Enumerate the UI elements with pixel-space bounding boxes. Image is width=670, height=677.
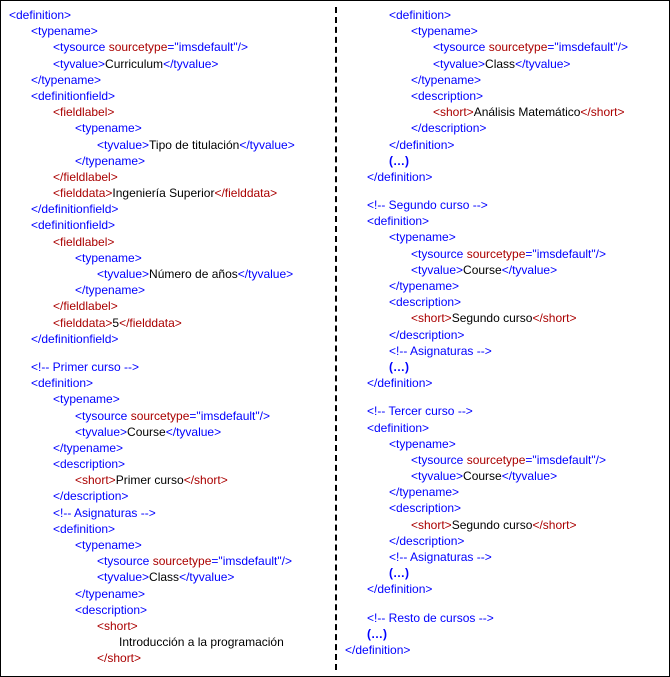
xml-open-definitionfield: <definitionfield> bbox=[31, 217, 327, 233]
xml-close-typename: </typename> bbox=[389, 484, 661, 500]
xml-open-typename: <typename> bbox=[75, 537, 327, 553]
xml-fielddata-1: <fielddata>Ingeniería Superior</fielddat… bbox=[53, 185, 327, 201]
left-column: <definition> <typename> <tysource source… bbox=[9, 7, 335, 670]
xml-open-definition: <definition> bbox=[9, 7, 327, 23]
xml-open-typename: <typename> bbox=[53, 391, 327, 407]
xml-close-typename: </typename> bbox=[389, 278, 661, 294]
xml-close-definition: </definition> bbox=[367, 581, 661, 597]
xml-close-short: </short> bbox=[97, 650, 327, 666]
xml-close-definition: </definition> bbox=[367, 375, 661, 391]
xml-open-definition: <definition> bbox=[53, 521, 327, 537]
xml-close-description: </description> bbox=[389, 533, 661, 549]
xml-open-typename: <typename> bbox=[75, 250, 327, 266]
xml-close-definition: </definition> bbox=[345, 642, 661, 658]
xml-open-typename: <typename> bbox=[75, 120, 327, 136]
ellipsis: (…) bbox=[389, 359, 661, 375]
xml-open-definition: <definition> bbox=[367, 213, 661, 229]
xml-close-description: </description> bbox=[53, 488, 327, 504]
ellipsis: (…) bbox=[367, 626, 661, 642]
xml-open-fieldlabel: <fieldlabel> bbox=[53, 234, 327, 250]
xml-open-definition: <definition> bbox=[367, 420, 661, 436]
xml-close-definition: </definition> bbox=[389, 137, 661, 153]
xml-tyvalue-course: <tyvalue>Course</tyvalue> bbox=[411, 262, 661, 278]
xml-code-document: <definition> <typename> <tysource source… bbox=[0, 0, 670, 677]
xml-comment-asignaturas: <!-- Asignaturas --> bbox=[389, 343, 661, 359]
xml-open-typename: <typename> bbox=[389, 436, 661, 452]
xml-close-description: </description> bbox=[75, 667, 327, 671]
xml-open-fieldlabel: <fieldlabel> bbox=[53, 104, 327, 120]
xml-comment-tercer: <!-- Tercer curso --> bbox=[367, 403, 661, 419]
xml-tyvalue-course: <tyvalue>Course</tyvalue> bbox=[411, 468, 661, 484]
xml-text-intro-prog: Introducción a la programación bbox=[119, 634, 327, 650]
xml-tyvalue-class: <tyvalue>Class</tyvalue> bbox=[97, 569, 327, 585]
xml-open-definition: <definition> bbox=[389, 7, 661, 23]
columns: <definition> <typename> <tysource source… bbox=[9, 7, 661, 670]
xml-close-description: </description> bbox=[389, 327, 661, 343]
xml-tysource: <tysource sourcetype="imsdefault"/> bbox=[53, 39, 327, 55]
xml-tysource: <tysource sourcetype="imsdefault"/> bbox=[97, 553, 327, 569]
ellipsis: (…) bbox=[389, 153, 661, 169]
xml-comment-asignaturas: <!-- Asignaturas --> bbox=[53, 505, 327, 521]
xml-open-typename: <typename> bbox=[389, 229, 661, 245]
xml-close-description: </description> bbox=[411, 120, 661, 136]
xml-close-fieldlabel: </fieldlabel> bbox=[53, 298, 327, 314]
xml-close-typename: </typename> bbox=[411, 72, 661, 88]
xml-comment-resto: <!-- Resto de cursos --> bbox=[367, 610, 661, 626]
xml-open-description: <description> bbox=[411, 88, 661, 104]
xml-open-typename: <typename> bbox=[411, 23, 661, 39]
xml-close-typename: </typename> bbox=[75, 282, 327, 298]
xml-close-fieldlabel: </fieldlabel> bbox=[53, 169, 327, 185]
xml-close-typename: </typename> bbox=[31, 72, 327, 88]
xml-tyvalue-course: <tyvalue>Course</tyvalue> bbox=[75, 424, 327, 440]
xml-tyvalue-class: <tyvalue>Class</tyvalue> bbox=[433, 56, 661, 72]
xml-short-analisis: <short>Análisis Matemático</short> bbox=[433, 104, 661, 120]
xml-tyvalue-field2: <tyvalue>Número de años</tyvalue> bbox=[97, 266, 327, 282]
ellipsis: (…) bbox=[389, 565, 661, 581]
xml-tysource: <tysource sourcetype="imsdefault"/> bbox=[411, 246, 661, 262]
xml-open-description: <description> bbox=[389, 294, 661, 310]
xml-tysource: <tysource sourcetype="imsdefault"/> bbox=[75, 408, 327, 424]
xml-fielddata-2: <fielddata>5</fielddata> bbox=[53, 315, 327, 331]
xml-close-definitionfield: </definitionfield> bbox=[31, 331, 327, 347]
xml-comment-primer: <!-- Primer curso --> bbox=[31, 359, 327, 375]
xml-close-typename: </typename> bbox=[75, 153, 327, 169]
xml-short-tercer: <short>Segundo curso</short> bbox=[411, 517, 661, 533]
xml-open-definitionfield: <definitionfield> bbox=[31, 88, 327, 104]
xml-short-primer: <short>Primer curso</short> bbox=[75, 472, 327, 488]
xml-open-description: <description> bbox=[53, 456, 327, 472]
xml-tyvalue-curriculum: <tyvalue>Curriculum</tyvalue> bbox=[53, 56, 327, 72]
xml-open-description: <description> bbox=[75, 602, 327, 618]
xml-open-definition: <definition> bbox=[31, 375, 327, 391]
xml-short-segundo: <short>Segundo curso</short> bbox=[411, 310, 661, 326]
xml-tysource: <tysource sourcetype="imsdefault"/> bbox=[433, 39, 661, 55]
xml-close-definitionfield: </definitionfield> bbox=[31, 201, 327, 217]
right-column: <definition> <typename> <tysource source… bbox=[335, 7, 661, 670]
xml-comment-asignaturas: <!-- Asignaturas --> bbox=[389, 549, 661, 565]
xml-close-definition: </definition> bbox=[367, 169, 661, 185]
xml-tysource: <tysource sourcetype="imsdefault"/> bbox=[411, 452, 661, 468]
xml-comment-segundo: <!-- Segundo curso --> bbox=[367, 197, 661, 213]
xml-tyvalue-field1: <tyvalue>Tipo de titulación</tyvalue> bbox=[97, 137, 327, 153]
xml-open-description: <description> bbox=[389, 500, 661, 516]
xml-open-short: <short> bbox=[97, 618, 327, 634]
xml-close-typename: </typename> bbox=[53, 440, 327, 456]
xml-close-typename: </typename> bbox=[75, 586, 327, 602]
xml-open-typename: <typename> bbox=[31, 23, 327, 39]
